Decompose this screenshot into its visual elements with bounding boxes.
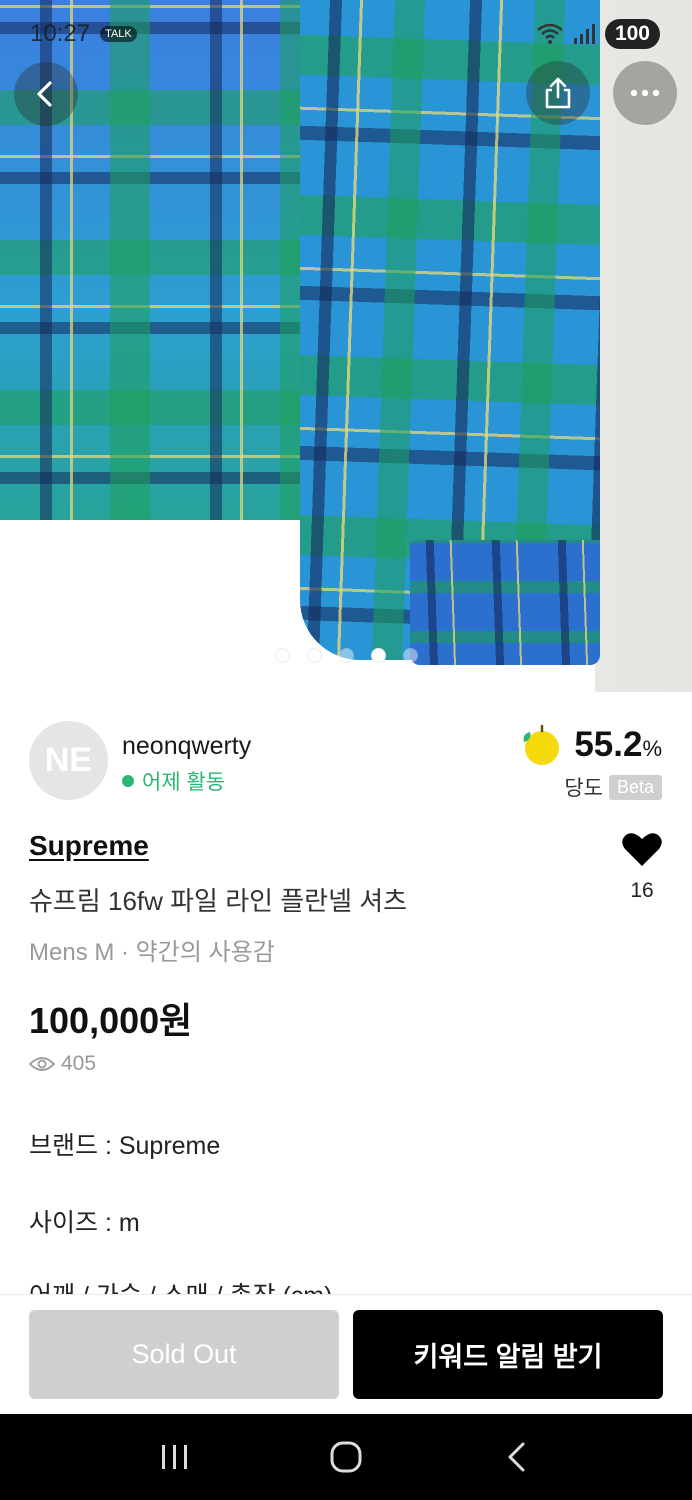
- wifi-icon: [537, 23, 563, 44]
- gallery-dot[interactable]: [306, 648, 322, 663]
- product-title: 슈프림 16fw 파일 라인 플란넬 셔츠: [29, 886, 408, 916]
- recent-apps-button[interactable]: [145, 1427, 205, 1487]
- brand-link[interactable]: Supreme: [29, 830, 149, 862]
- view-count: 405: [29, 1052, 96, 1076]
- seller-activity-label: 어제 활동: [142, 771, 226, 794]
- more-horizontal-icon: [630, 89, 660, 97]
- share-button[interactable]: [526, 61, 590, 125]
- beta-badge: Beta: [608, 774, 662, 800]
- rating-value: 55.2%: [574, 725, 662, 764]
- heart-icon: [622, 833, 662, 866]
- description-measurements: 어깨 / 가슴 / 소매 / 총장 (cm): [29, 1276, 332, 1294]
- share-icon: [545, 77, 571, 109]
- chevron-left-icon: [37, 81, 52, 107]
- product-photo[interactable]: 10:27 TALK 100: [0, 0, 692, 692]
- system-navigation-bar: [0, 1414, 692, 1500]
- back-arrow-icon: [508, 1442, 525, 1472]
- product-price: 100,000원: [29, 1000, 193, 1041]
- description-brand: 브랜드 : Supreme: [29, 1132, 221, 1160]
- description-size: 사이즈 : m: [29, 1209, 140, 1237]
- rating-label: 당도: [564, 777, 603, 800]
- home-button[interactable]: [316, 1427, 376, 1487]
- product-condition: Mens M · 약간의 사용감: [29, 939, 275, 966]
- bottom-action-bar: Sold Out 키워드 알림 받기: [0, 1294, 692, 1414]
- battery-indicator: 100: [604, 19, 660, 49]
- more-button[interactable]: [613, 61, 677, 125]
- gallery-pagination: [0, 648, 692, 663]
- eye-icon: [29, 1057, 55, 1071]
- gallery-dot[interactable]: [274, 648, 290, 663]
- apple-icon: [523, 724, 560, 765]
- gallery-dot-active[interactable]: [370, 648, 386, 663]
- avatar[interactable]: NE: [29, 721, 108, 800]
- home-icon: [330, 1441, 362, 1473]
- seller-rating[interactable]: 55.2% 당도 Beta: [518, 722, 662, 802]
- seller-section[interactable]: NE neonqwerty 어제 활동 55.2% 당도 Beta: [0, 692, 692, 812]
- talk-notification-icon: TALK: [100, 26, 137, 42]
- signal-icon: [573, 24, 595, 44]
- gallery-dot[interactable]: [338, 648, 354, 663]
- back-button[interactable]: [14, 62, 78, 126]
- online-dot-icon: [122, 775, 134, 787]
- view-count-value: 405: [61, 1052, 97, 1075]
- keyword-alert-button[interactable]: 키워드 알림 받기: [353, 1310, 663, 1399]
- shirt-cuff-image: [410, 540, 600, 665]
- system-back-button[interactable]: [487, 1427, 547, 1487]
- gallery-dot[interactable]: [402, 648, 418, 663]
- like-count: 16: [630, 879, 654, 902]
- sold-out-button[interactable]: Sold Out: [29, 1310, 339, 1399]
- recent-apps-icon: [162, 1445, 188, 1469]
- seller-name[interactable]: neonqwerty: [122, 732, 251, 761]
- like-button[interactable]: 16: [612, 830, 672, 903]
- status-time: 10:27: [30, 20, 91, 47]
- status-bar: 10:27 TALK 100: [0, 14, 692, 54]
- seller-activity-status: 어제 활동: [122, 766, 225, 796]
